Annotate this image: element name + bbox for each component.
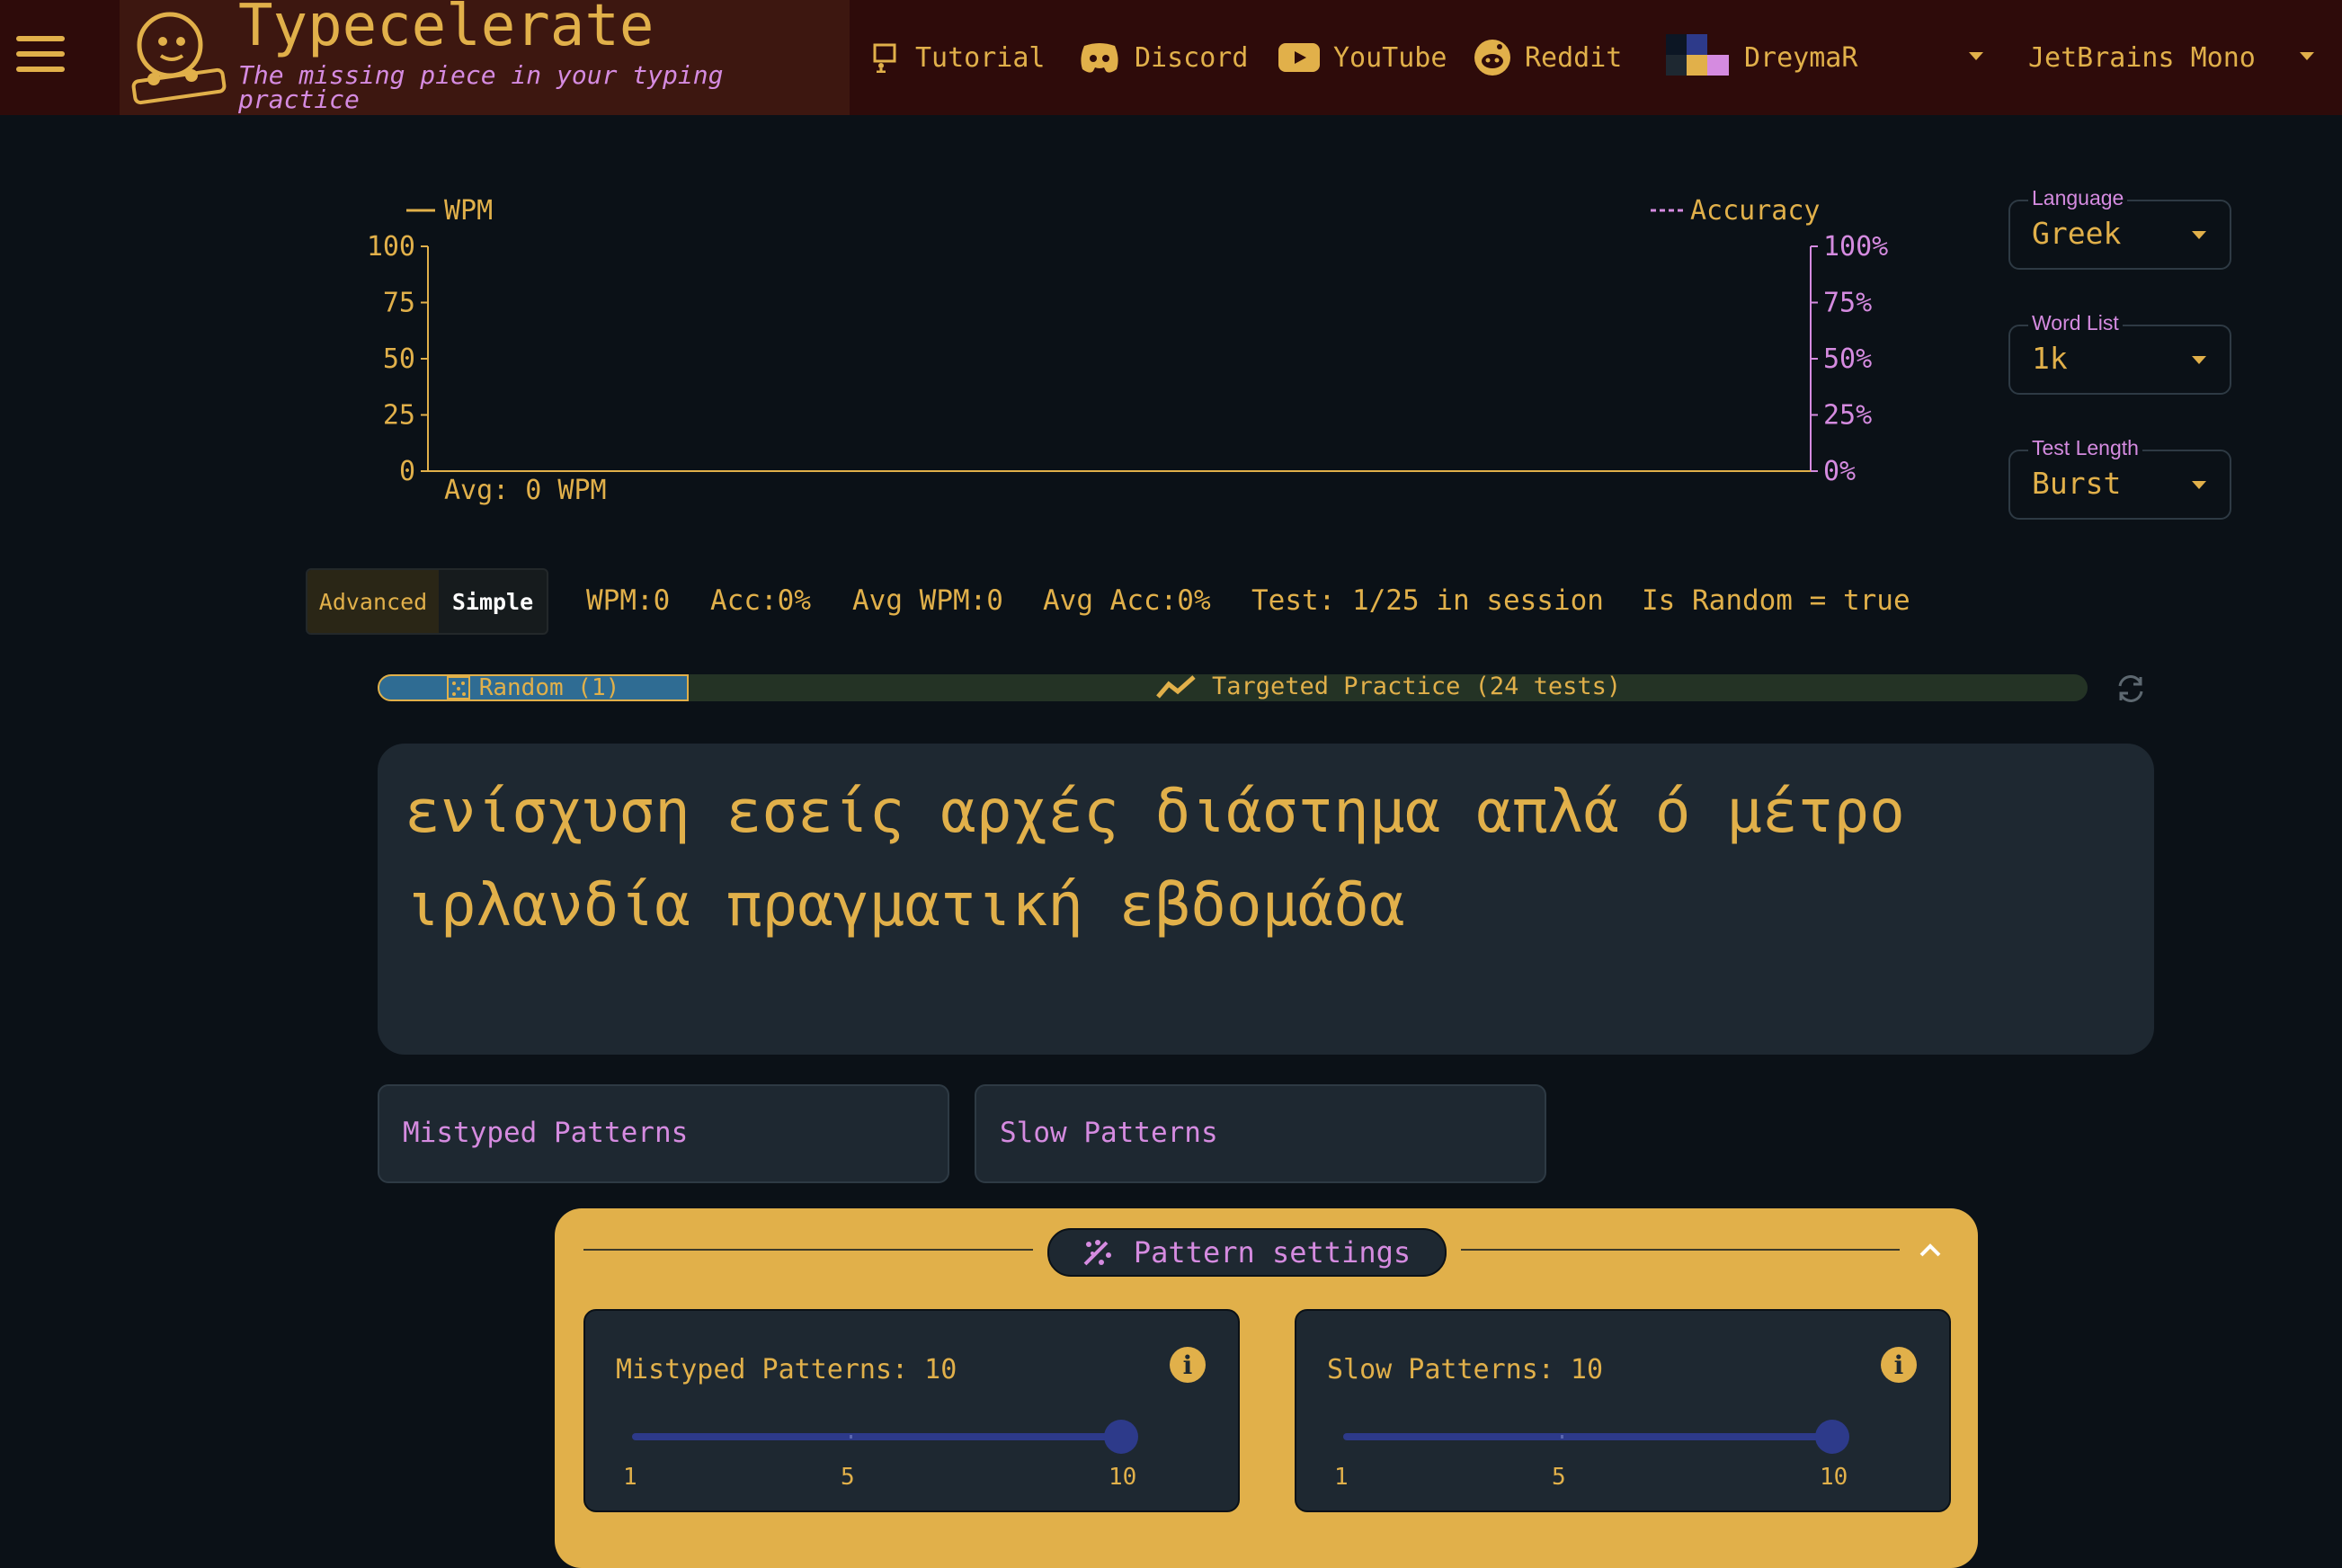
language-select[interactable]: Language Greek <box>2008 186 2231 270</box>
chevron-up-icon[interactable] <box>1912 1232 1948 1268</box>
typing-area[interactable]: ενίσχυση εσείς αρχές διάστημα απλά ό μέτ… <box>378 744 2154 1055</box>
refresh-icon[interactable] <box>2115 673 2147 705</box>
right-tick-label: 25% <box>1823 400 1872 432</box>
pattern-settings-icon <box>1083 1240 1111 1266</box>
reddit-icon <box>1474 40 1510 76</box>
mistyped-patterns-label: Mistyped Patterns <box>403 1117 689 1149</box>
nav-reddit-label: Reddit <box>1525 41 1623 74</box>
left-tick-label: 25 <box>383 400 415 432</box>
word-list-value: 1k <box>2032 341 2068 376</box>
slow-patterns-label: Slow Patterns <box>1000 1117 1218 1149</box>
chart-avg-label: Avg: 0 WPM <box>444 475 607 506</box>
nav-discord-label: Discord <box>1135 41 1249 74</box>
legend-accuracy-label: Accuracy <box>1690 195 1821 227</box>
slider-max-label: 10 <box>1109 1464 1137 1491</box>
brand[interactable]: Typecelerate The missing piece in your t… <box>120 0 850 115</box>
left-tick-label: 50 <box>383 343 415 375</box>
slow-slider-track[interactable] <box>1343 1433 1832 1440</box>
info-icon[interactable]: i <box>1170 1347 1206 1383</box>
left-tick-label: 100 <box>367 231 415 263</box>
mistyped-setting-label: Mistyped Patterns: 10 <box>616 1354 957 1385</box>
theme-select[interactable]: DreymaR <box>1744 36 1857 79</box>
test-length-value: Burst <box>2032 466 2122 501</box>
random-segment-label: Random (1) <box>478 674 620 701</box>
left-tick-label: 75 <box>383 288 415 319</box>
language-value: Greek <box>2032 216 2122 251</box>
mode-simple-button[interactable]: Simple <box>439 570 547 633</box>
mistyped-patterns-card[interactable]: Mistyped Patterns <box>378 1084 949 1183</box>
font-value: JetBrains Mono <box>2028 41 2256 74</box>
stat-is-random: Is Random = true <box>1642 584 1910 617</box>
test-length-select[interactable]: Test Length Burst <box>2008 436 2231 520</box>
random-dots-icon <box>446 676 470 699</box>
nav-youtube[interactable]: YouTube <box>1278 36 1447 79</box>
nav-youtube-label: YouTube <box>1333 41 1447 74</box>
test-length-caret-icon <box>2192 481 2206 489</box>
stat-wpm: WPM:0 <box>586 584 671 617</box>
discord-icon <box>1081 43 1118 73</box>
mode-toggle: Advanced Simple <box>306 568 548 635</box>
mode-advanced-button[interactable]: Advanced <box>307 570 439 633</box>
right-tick-label: 75% <box>1823 288 1872 319</box>
slow-patterns-card[interactable]: Slow Patterns <box>975 1084 1546 1183</box>
language-label: Language <box>2028 186 2128 210</box>
stat-accuracy: Acc:0% <box>710 584 811 617</box>
chart-axes: 100 75 50 25 0 100% 75% 50% 25% 0% <box>367 231 1888 487</box>
theme-swatch-icon[interactable] <box>1666 34 1729 76</box>
tutorial-icon <box>873 43 896 73</box>
mascot-logo-icon <box>131 12 227 105</box>
slow-slider-thumb[interactable] <box>1815 1420 1849 1454</box>
slider-min-label: 1 <box>623 1464 637 1491</box>
theme-value: DreymaR <box>1744 41 1858 74</box>
test-length-label: Test Length <box>2028 436 2142 460</box>
stat-test-count: Test: 1/25 in session <box>1251 584 1604 617</box>
brand-title: Typecelerate <box>238 0 655 59</box>
word-list-label: Word List <box>2028 311 2123 335</box>
youtube-icon <box>1278 43 1320 72</box>
slow-setting-label: Slow Patterns: 10 <box>1327 1354 1604 1385</box>
trend-icon <box>1156 674 1196 699</box>
word-list-select[interactable]: Word List 1k <box>2008 311 2231 395</box>
pattern-settings-title: Pattern settings <box>1133 1235 1411 1270</box>
slow-patterns-setting: Slow Patterns: 10 i 1 5 10 <box>1295 1309 1951 1512</box>
targeted-practice-label: Targeted Practice (24 tests) <box>1212 673 1622 700</box>
slider-mid-label: 5 <box>1552 1464 1566 1491</box>
language-caret-icon <box>2192 231 2206 239</box>
left-tick-label: 0 <box>399 456 415 487</box>
brand-subtitle: The missing piece in your typing practic… <box>238 60 724 114</box>
font-caret-icon[interactable] <box>2300 52 2314 60</box>
theme-caret-icon[interactable] <box>1969 52 1983 60</box>
pattern-settings-panel: Pattern settings Mistyped Patterns: 10 i… <box>555 1208 1978 1568</box>
targeted-practice-segment[interactable]: Targeted Practice (24 tests) <box>1156 673 1621 700</box>
right-tick-label: 0% <box>1823 456 1856 487</box>
right-tick-label: 100% <box>1823 231 1888 263</box>
slider-max-label: 10 <box>1820 1464 1848 1491</box>
divider <box>1461 1249 1900 1251</box>
nav-tutorial[interactable]: Tutorial <box>872 36 1046 79</box>
nav-discord[interactable]: Discord <box>1077 36 1248 79</box>
legend-wpm-label: WPM <box>444 195 493 227</box>
menu-icon[interactable] <box>16 36 65 76</box>
divider <box>583 1249 1033 1251</box>
font-select[interactable]: JetBrains Mono <box>2028 36 2256 79</box>
slider-tick <box>1561 1435 1563 1439</box>
slider-min-label: 1 <box>1334 1464 1349 1491</box>
stat-avg-accuracy: Avg Acc:0% <box>1043 584 1211 617</box>
pattern-settings-header[interactable]: Pattern settings <box>1047 1228 1447 1277</box>
typing-text: ενίσχυση εσείς αρχές διάστημα απλά ό μέτ… <box>405 777 1905 940</box>
mistyped-slider-track[interactable] <box>632 1433 1121 1440</box>
stat-avg-wpm: Avg WPM:0 <box>852 584 1003 617</box>
slider-tick <box>850 1435 852 1439</box>
right-tick-label: 50% <box>1823 343 1872 375</box>
mistyped-slider-thumb[interactable] <box>1104 1420 1138 1454</box>
word-list-caret-icon <box>2192 356 2206 364</box>
app-header: Typecelerate The missing piece in your t… <box>0 0 2342 115</box>
slider-mid-label: 5 <box>841 1464 855 1491</box>
wpm-accuracy-chart: WPM Accuracy 100 75 50 25 0 100% 75% 50% 25% 0% A… <box>367 195 1888 506</box>
info-icon[interactable]: i <box>1881 1347 1917 1383</box>
nav-reddit[interactable]: Reddit <box>1473 36 1622 79</box>
random-segment[interactable]: Random (1) <box>378 674 689 701</box>
nav-tutorial-label: Tutorial <box>915 41 1046 74</box>
mistyped-patterns-setting: Mistyped Patterns: 10 i 1 5 10 <box>583 1309 1240 1512</box>
